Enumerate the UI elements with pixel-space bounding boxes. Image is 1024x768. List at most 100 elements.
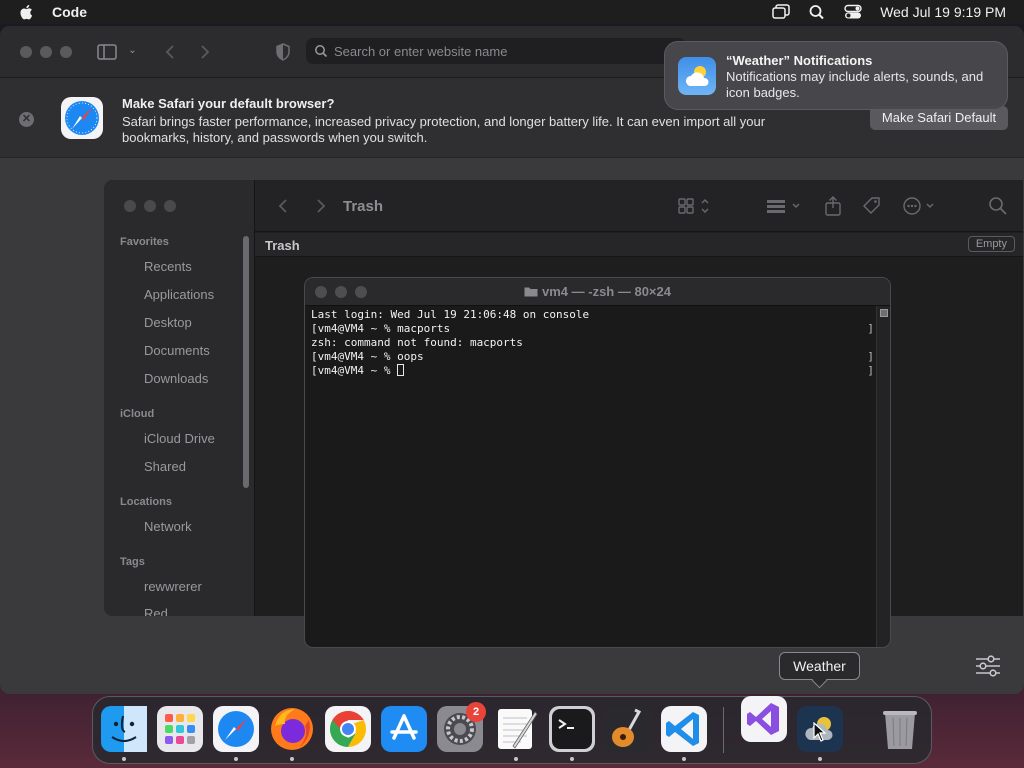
terminal-output[interactable]: Last login: Wed Jul 19 21:06:48 on conso… bbox=[311, 308, 589, 378]
group-by-icon[interactable] bbox=[765, 195, 805, 217]
apple-icon[interactable] bbox=[18, 3, 36, 21]
sidebar-item-tag[interactable]: Red bbox=[144, 606, 168, 616]
menu-bar: Code Wed Jul 19 9:19 PM bbox=[0, 0, 1024, 24]
sidebar-item-network[interactable]: Network bbox=[144, 519, 192, 534]
dock-tooltip: Weather bbox=[779, 652, 860, 680]
dock-app-store-icon[interactable] bbox=[381, 706, 427, 752]
running-indicator bbox=[290, 757, 294, 761]
running-indicator bbox=[570, 757, 574, 761]
mouse-pointer-icon bbox=[813, 722, 827, 742]
banner-title: Make Safari your default browser? bbox=[122, 96, 335, 111]
running-indicator bbox=[122, 757, 126, 761]
empty-trash-button[interactable]: Empty bbox=[967, 236, 1015, 252]
safari-compass-icon bbox=[61, 97, 103, 139]
finder-window-controls bbox=[124, 200, 176, 212]
dock-visual-studio-icon[interactable] bbox=[741, 696, 787, 742]
tab-group-chevron-icon[interactable] bbox=[128, 42, 142, 67]
terminal-line: zsh: command not found: macports bbox=[311, 336, 523, 349]
search-icon bbox=[315, 45, 328, 58]
control-center-icon[interactable] bbox=[844, 4, 862, 20]
terminal-cursor bbox=[397, 364, 405, 376]
dock bbox=[92, 696, 932, 764]
sidebar-section-tags: Tags bbox=[120, 556, 145, 568]
sidebar-section-locations: Locations bbox=[120, 496, 172, 508]
dock-trash-icon[interactable] bbox=[877, 706, 923, 752]
screen-mirroring-icon[interactable] bbox=[772, 4, 790, 20]
folder-icon bbox=[524, 287, 538, 297]
terminal-title: vm4 — -zsh — 80×24 bbox=[305, 284, 890, 299]
tag-icon[interactable] bbox=[861, 195, 883, 217]
search-icon[interactable] bbox=[987, 195, 1009, 217]
sidebar-item-tag[interactable]: rewwrerer bbox=[144, 579, 202, 594]
privacy-shield-icon[interactable] bbox=[272, 42, 294, 67]
current-folder-label: Trash bbox=[265, 238, 300, 253]
finder-window-title: Trash bbox=[343, 198, 384, 215]
line-mark: ] bbox=[867, 350, 874, 363]
dock-terminal-icon[interactable] bbox=[549, 706, 595, 752]
terminal-prompt-line: [vm4@VM4 ~ % bbox=[311, 364, 589, 378]
forward-icon[interactable] bbox=[194, 42, 216, 67]
sidebar-item-documents[interactable]: Documents bbox=[144, 343, 210, 358]
back-icon[interactable] bbox=[160, 42, 182, 67]
banner-description: Safari brings faster performance, increa… bbox=[122, 114, 766, 145]
customize-sliders-icon[interactable] bbox=[974, 654, 1002, 678]
sidebar-item-applications[interactable]: Applications bbox=[144, 287, 214, 302]
finder-close-button[interactable] bbox=[124, 200, 136, 212]
minimize-window-button[interactable] bbox=[40, 45, 52, 58]
address-bar[interactable]: Search or enter website name bbox=[306, 38, 686, 64]
running-indicator bbox=[682, 757, 686, 761]
sidebar-item-downloads[interactable]: Downloads bbox=[144, 371, 208, 386]
zoom-window-button[interactable] bbox=[60, 45, 72, 58]
scrollbar-thumb[interactable] bbox=[880, 309, 888, 317]
finder-zoom-button[interactable] bbox=[164, 200, 176, 212]
terminal-line: [vm4@VM4 ~ % macports bbox=[311, 322, 451, 335]
terminal-line: Last login: Wed Jul 19 21:06:48 on conso… bbox=[311, 308, 590, 321]
weather-notification[interactable]: “Weather” Notifications Notifications ma… bbox=[664, 41, 1008, 110]
line-mark: ] bbox=[867, 364, 874, 377]
finder-toolbar: Trash bbox=[255, 180, 1023, 232]
share-icon[interactable] bbox=[823, 195, 843, 217]
dock-safari-icon[interactable] bbox=[213, 706, 259, 752]
system-settings-badge: 2 bbox=[466, 702, 486, 722]
terminal-scrollbar[interactable] bbox=[876, 306, 890, 647]
forward-icon[interactable] bbox=[311, 197, 329, 215]
sidebar-scrollbar[interactable] bbox=[243, 236, 249, 488]
terminal-titlebar: vm4 — -zsh — 80×24 bbox=[305, 278, 890, 306]
back-icon[interactable] bbox=[275, 197, 293, 215]
terminal-line: [vm4@VM4 ~ % oops bbox=[311, 350, 424, 363]
terminal-title-text: vm4 — -zsh — 80×24 bbox=[542, 284, 671, 299]
active-app-name[interactable]: Code bbox=[52, 4, 87, 20]
dock-vscode-icon[interactable] bbox=[661, 706, 707, 752]
dock-finder-icon[interactable] bbox=[101, 706, 147, 752]
finder-path-bar: Trash Empty bbox=[255, 233, 1023, 257]
sidebar-section-favorites: Favorites bbox=[120, 236, 169, 248]
sidebar-item-desktop[interactable]: Desktop bbox=[144, 315, 192, 330]
spotlight-search-icon[interactable] bbox=[808, 4, 826, 20]
sidebar-item-shared[interactable]: Shared bbox=[144, 459, 186, 474]
dock-garageband-icon[interactable] bbox=[605, 706, 651, 752]
terminal-window: vm4 — -zsh — 80×24 Last login: Wed Jul 1… bbox=[304, 277, 891, 648]
icon-view-icon[interactable] bbox=[677, 195, 715, 217]
dock-chrome-icon[interactable] bbox=[325, 706, 371, 752]
line-mark: ] bbox=[867, 322, 874, 335]
banner-close-button[interactable]: ✕ bbox=[19, 112, 34, 127]
menu-clock[interactable]: Wed Jul 19 9:19 PM bbox=[880, 4, 1006, 20]
more-actions-icon[interactable] bbox=[901, 195, 941, 217]
running-indicator bbox=[514, 757, 518, 761]
running-indicator bbox=[818, 757, 822, 761]
notification-title: “Weather” Notifications bbox=[726, 53, 873, 68]
finder-sidebar: Favorites Recents Applications Desktop D… bbox=[104, 180, 255, 616]
weather-app-icon bbox=[678, 57, 716, 95]
sidebar-item-recents[interactable]: Recents bbox=[144, 259, 192, 274]
finder-minimize-button[interactable] bbox=[144, 200, 156, 212]
dock-launchpad-icon[interactable] bbox=[157, 706, 203, 752]
running-indicator bbox=[234, 757, 238, 761]
window-controls bbox=[20, 45, 72, 58]
dock-textedit-icon[interactable] bbox=[493, 706, 539, 752]
dock-firefox-icon[interactable] bbox=[269, 706, 315, 752]
sidebar-section-icloud: iCloud bbox=[120, 408, 155, 420]
close-window-button[interactable] bbox=[20, 45, 32, 58]
sidebar-toggle-icon[interactable] bbox=[96, 42, 118, 67]
sidebar-item-icloud-drive[interactable]: iCloud Drive bbox=[144, 431, 215, 446]
terminal-prompt: [vm4@VM4 ~ % bbox=[311, 364, 398, 377]
